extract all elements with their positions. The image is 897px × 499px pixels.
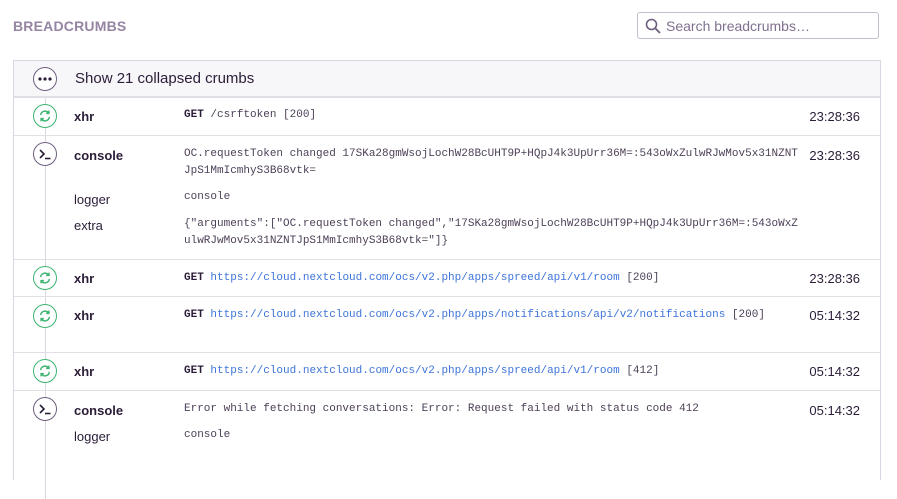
logger-value: console — [184, 429, 231, 441]
terminal-icon — [33, 142, 57, 166]
logger-label: logger — [74, 429, 111, 444]
crumb-time: 05:14:32 — [809, 403, 860, 418]
crumb-category: xhr — [74, 308, 95, 323]
crumb-time: 05:14:32 — [809, 364, 860, 379]
search-input[interactable] — [666, 17, 866, 34]
terminal-icon — [33, 397, 57, 421]
http-method: GET — [184, 109, 204, 121]
collapsed-crumbs-label: Show 21 collapsed crumbs — [75, 70, 255, 87]
crumb-message: OC.requestToken changed 17SKa28gmWsojLoc… — [184, 148, 798, 177]
crumb-time: 23:28:36 — [809, 148, 860, 163]
ellipsis-icon — [33, 67, 57, 91]
extra-label: extra — [74, 218, 103, 233]
refresh-icon — [33, 304, 57, 328]
crumb-category: console — [74, 148, 124, 163]
search-icon — [645, 18, 661, 34]
refresh-icon — [33, 266, 57, 290]
crumb-category: xhr — [74, 109, 95, 124]
crumb-time: 05:14:32 — [809, 308, 860, 323]
crumb-row: xhr GET /csrftoken [200] 23:28:36 — [14, 97, 880, 135]
request-url-link[interactable]: https://cloud.nextcloud.com/ocs/v2.php/a… — [210, 309, 725, 321]
crumb-category: xhr — [74, 364, 95, 379]
collapsed-crumbs-row[interactable]: Show 21 collapsed crumbs — [14, 61, 880, 97]
status-code: [200] — [731, 309, 765, 321]
status-code: [200] — [626, 272, 660, 284]
crumb-message: GET /csrftoken [200] — [184, 107, 799, 124]
crumb-message: GET https://cloud.nextcloud.com/ocs/v2.p… — [184, 270, 799, 287]
logger-value: console — [184, 191, 231, 203]
crumb-path: /csrftoken — [210, 109, 277, 121]
status-code: [200] — [283, 109, 317, 121]
refresh-icon — [33, 104, 57, 128]
http-method: GET — [184, 365, 204, 377]
crumb-row: xhr GET https://cloud.nextcloud.com/ocs/… — [14, 259, 880, 296]
status-code: [412] — [626, 365, 660, 377]
crumb-time: 23:28:36 — [809, 271, 860, 286]
crumb-time: 23:28:36 — [809, 109, 860, 124]
logger-label: logger — [74, 192, 111, 207]
crumb-row: console Error while fetching conversatio… — [14, 390, 880, 470]
crumb-category: console — [74, 403, 124, 418]
refresh-icon — [33, 359, 57, 383]
request-url-link[interactable]: https://cloud.nextcloud.com/ocs/v2.php/a… — [210, 365, 619, 377]
breadcrumbs-panel: Show 21 collapsed crumbs xhr GET /csrfto… — [13, 60, 881, 499]
http-method: GET — [184, 309, 204, 321]
search-box[interactable] — [637, 12, 879, 39]
breadcrumbs-title: BREADCRUMBS — [13, 18, 127, 34]
crumb-message: GET https://cloud.nextcloud.com/ocs/v2.p… — [184, 363, 799, 380]
crumb-message: GET https://cloud.nextcloud.com/ocs/v2.p… — [184, 307, 799, 324]
crumb-row: console OC.requestToken changed 17SKa28g… — [14, 135, 880, 259]
crumb-row: xhr GET https://cloud.nextcloud.com/ocs/… — [14, 296, 880, 352]
crumb-category: xhr — [74, 271, 95, 286]
http-method: GET — [184, 272, 204, 284]
crumb-row: xhr GET https://cloud.nextcloud.com/ocs/… — [14, 352, 880, 390]
crumb-message: Error while fetching conversations: Erro… — [184, 403, 699, 415]
extra-value: {"arguments":["OC.requestToken changed",… — [184, 218, 798, 247]
request-url-link[interactable]: https://cloud.nextcloud.com/ocs/v2.php/a… — [210, 272, 619, 284]
